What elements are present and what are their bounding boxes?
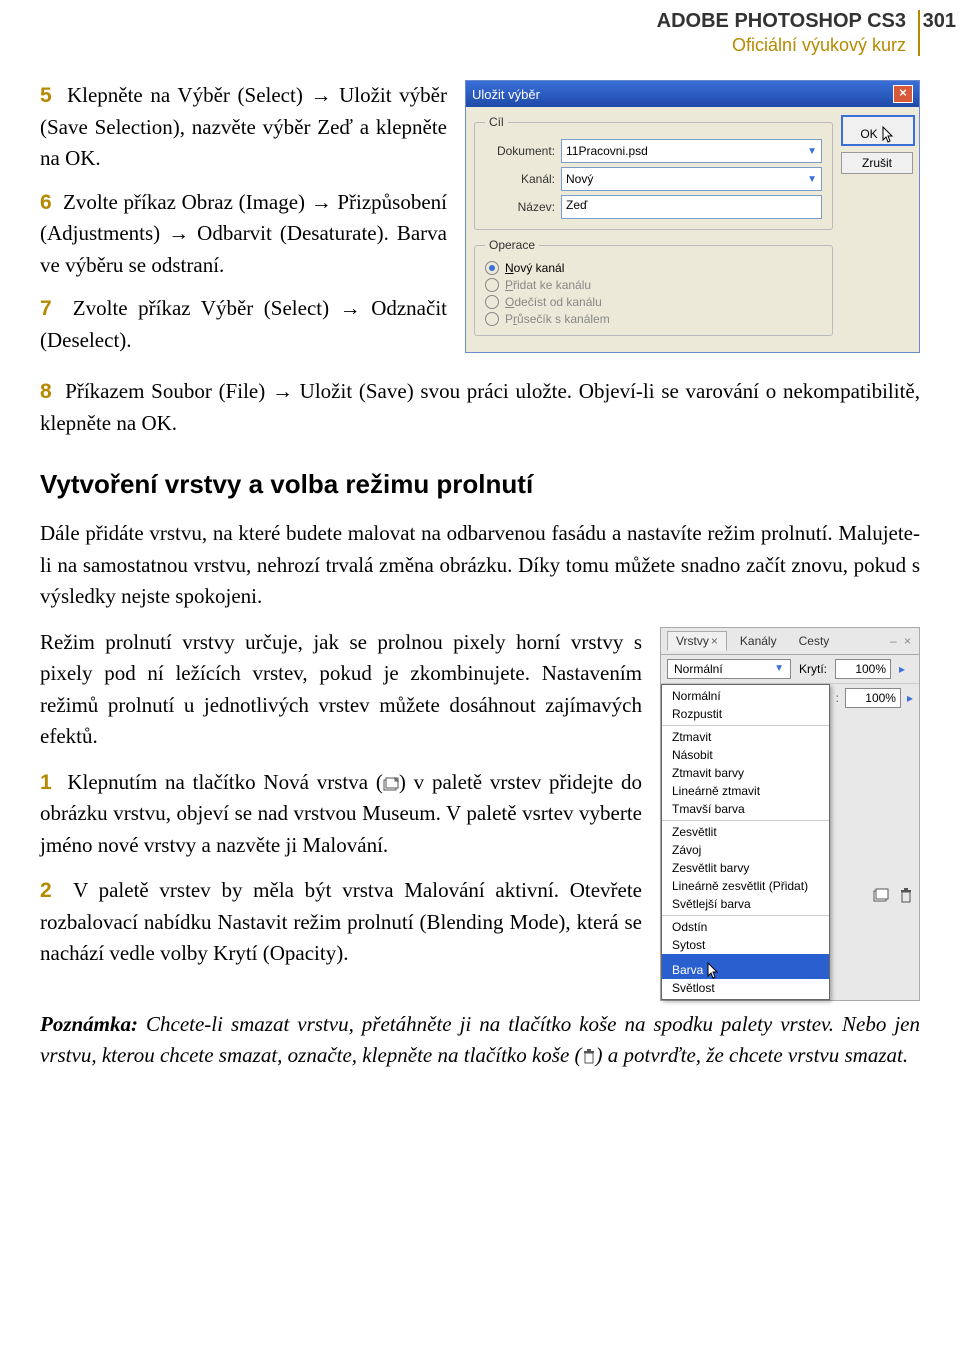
channel-select[interactable]: Nový▼	[561, 167, 822, 191]
menu-item[interactable]: Lineárně ztmavit	[662, 782, 829, 800]
menu-item[interactable]: Tmavší barva	[662, 800, 829, 818]
chevron-down-icon: ▼	[774, 663, 784, 674]
document-select[interactable]: 11Pracovni.psd▼	[561, 139, 822, 163]
cancel-button[interactable]: Zrušit	[841, 152, 913, 174]
opacity-input-2[interactable]: 100%	[845, 688, 901, 708]
step-6: 6 Zvolte příkaz Obraz (Image) → Přizpůso…	[40, 187, 447, 282]
step-1: 1 Klepnutím na tlačítko Nová vrstva () v…	[40, 767, 642, 862]
menu-item[interactable]: Zesvětlit	[662, 823, 829, 841]
menu-item[interactable]: Lineárně zesvětlit (Přidat)	[662, 877, 829, 895]
cursor-icon	[707, 962, 721, 980]
step-2: 2 V paletě vrstev by měla být vrstva Mal…	[40, 875, 642, 970]
tab-kanaly[interactable]: Kanály	[731, 631, 786, 651]
cursor-icon	[882, 126, 896, 144]
step-7: 7 Zvolte příkaz Výběr (Select) → Odznači…	[40, 293, 447, 356]
radio-new-channel[interactable]: Nový kanál	[485, 261, 822, 275]
close-icon[interactable]: ×	[893, 85, 913, 103]
radio-add-to-channel[interactable]: Přidat ke kanálu	[485, 278, 822, 292]
menu-item[interactable]: Ztmavit	[662, 728, 829, 746]
blend-mode-menu: Normální Rozpustit Ztmavit Násobit Ztmav…	[661, 684, 830, 1000]
opacity-arrow-icon[interactable]: ▸	[907, 691, 913, 705]
target-fieldset: Cíl Dokument: 11Pracovni.psd▼ Kanál: Nov…	[474, 115, 833, 230]
opacity-label: Krytí:	[799, 662, 827, 676]
blend-mode-dropdown[interactable]: Normální▼	[667, 659, 791, 679]
section-intro: Dále přidáte vrstvu, na které budete mal…	[40, 518, 920, 613]
tab-cesty[interactable]: Cesty	[790, 631, 839, 651]
page-number: 301	[923, 10, 956, 33]
dialog-title: Uložit výběr	[472, 87, 540, 102]
save-selection-dialog: Uložit výběr × Cíl Dokument: 11Pracovni.…	[465, 80, 920, 353]
menu-item[interactable]: Světlejší barva	[662, 895, 829, 913]
menu-item[interactable]: Rozpustit	[662, 705, 829, 723]
book-title: ADOBE PHOTOSHOP CS3	[657, 10, 906, 32]
tab-vrstvy[interactable]: Vrstvy×	[667, 631, 727, 651]
channel-label: Kanál:	[485, 172, 555, 186]
palette-window-controls[interactable]: – ×	[890, 634, 913, 648]
new-layer-icon	[383, 777, 399, 791]
book-subtitle: Oficiální výukový kurz	[40, 35, 906, 56]
menu-item[interactable]: Normální	[662, 687, 829, 705]
radio-intersect-with-channel[interactable]: Průsečík s kanálem	[485, 312, 822, 326]
menu-item[interactable]: Zesvětlit barvy	[662, 859, 829, 877]
menu-item-highlighted[interactable]: Barva	[662, 954, 829, 979]
document-label: Dokument:	[485, 144, 555, 158]
chevron-down-icon: ▼	[807, 174, 817, 185]
menu-item[interactable]: Odstín	[662, 918, 829, 936]
layers-palette: Vrstvy× Kanály Cesty – × Normální▼ Krytí…	[660, 627, 920, 1001]
name-input[interactable]: Zeď	[561, 195, 822, 219]
opacity-input[interactable]: 100%	[835, 659, 891, 679]
note-paragraph: Poznámka: Chcete-li smazat vrstvu, přetá…	[40, 1009, 920, 1072]
new-layer-icon[interactable]	[873, 888, 889, 902]
blend-mode-paragraph: Režim prolnutí vrstvy určuje, jak se pro…	[40, 627, 642, 753]
step-5: 5 Klepněte na Výběr (Select) → Uložit vý…	[40, 80, 447, 175]
trash-icon	[582, 1049, 596, 1065]
opacity-arrow-icon[interactable]: ▸	[899, 662, 905, 676]
trash-icon[interactable]	[899, 888, 913, 904]
menu-item[interactable]: Závoj	[662, 841, 829, 859]
menu-item[interactable]: Násobit	[662, 746, 829, 764]
page-header: ADOBE PHOTOSHOP CS3 301 Oficiální výukov…	[40, 10, 920, 56]
operation-fieldset: Operace Nový kanál Přidat ke kanálu Odeč…	[474, 238, 833, 336]
menu-item[interactable]: Světlost	[662, 979, 829, 997]
chevron-down-icon: ▼	[807, 146, 817, 157]
menu-item[interactable]: Sytost	[662, 936, 829, 954]
radio-subtract-from-channel[interactable]: Odečíst od kanálu	[485, 295, 822, 309]
ok-button[interactable]: OK	[841, 115, 915, 146]
section-heading: Vytvoření vrstvy a volba režimu prolnutí	[40, 465, 920, 504]
step-8: 8 Příkazem Soubor (File) → Uložit (Save)…	[40, 376, 920, 439]
menu-item[interactable]: Ztmavit barvy	[662, 764, 829, 782]
name-label: Název:	[485, 200, 555, 214]
